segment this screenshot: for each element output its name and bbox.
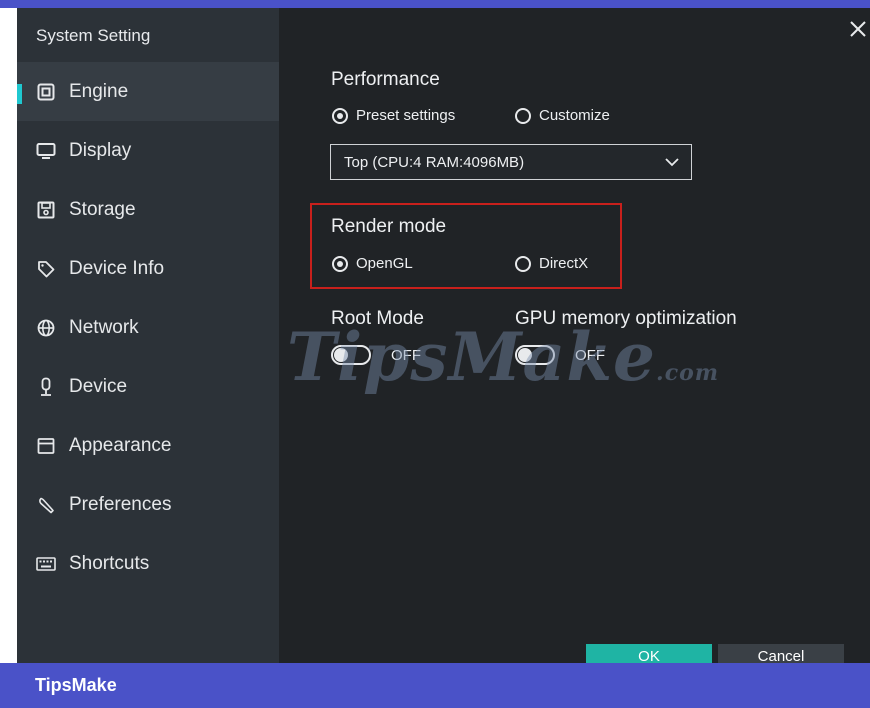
radio-checked-icon <box>332 107 348 124</box>
sidebar-item-label: Shortcuts <box>69 552 150 574</box>
sidebar-item-label: Network <box>69 316 139 338</box>
sidebar-item-device[interactable]: Device <box>17 357 279 416</box>
sidebar-item-label: Device <box>69 375 128 397</box>
window-title: System Setting <box>36 26 151 45</box>
wrench-icon <box>36 495 56 515</box>
ok-button-label: OK <box>638 648 660 663</box>
microphone-icon <box>36 377 56 397</box>
performance-preset-select[interactable]: Top (CPU:4 RAM:4096MB) <box>330 144 692 180</box>
sidebar-item-appearance[interactable]: Appearance <box>17 416 279 475</box>
sidebar-item-engine[interactable]: Engine <box>17 62 279 121</box>
radio-label: DirectX <box>539 255 589 272</box>
radio-unchecked-icon <box>515 107 531 124</box>
footer-brand: TipsMake <box>35 675 117 695</box>
radio-preset-settings[interactable]: Preset settings <box>332 107 455 124</box>
cancel-button[interactable]: Cancel <box>718 644 844 663</box>
sidebar-item-label: Display <box>69 139 132 161</box>
sidebar-item-label: Storage <box>69 198 136 220</box>
sidebar: System Setting Engine Display Storage De… <box>17 8 279 663</box>
root-mode-title: Root Mode <box>331 308 424 329</box>
window-icon <box>36 436 56 456</box>
top-border <box>0 0 870 8</box>
monitor-icon <box>36 141 56 161</box>
render-mode-title: Render mode <box>331 216 447 237</box>
radio-opengl[interactable]: OpenGL <box>332 255 413 272</box>
radio-label: OpenGL <box>356 255 413 272</box>
radio-directx[interactable]: DirectX <box>515 255 588 272</box>
tag-icon <box>36 259 56 279</box>
globe-icon <box>36 318 56 338</box>
footer-bar: TipsMake <box>0 663 870 708</box>
chevron-down-icon <box>665 158 679 167</box>
active-indicator <box>17 84 22 104</box>
chip-icon <box>36 82 56 102</box>
sidebar-item-storage[interactable]: Storage <box>17 180 279 239</box>
toggle-track <box>515 345 555 365</box>
toggle-knob <box>518 348 532 362</box>
sidebar-item-device-info[interactable]: Device Info <box>17 239 279 298</box>
radio-label: Customize <box>539 107 610 124</box>
keyboard-icon <box>36 554 56 574</box>
gpu-memory-toggle[interactable]: OFF <box>515 345 605 365</box>
screenshot-frame: System Setting Engine Display Storage De… <box>0 0 870 708</box>
close-icon[interactable] <box>847 18 869 40</box>
sidebar-item-network[interactable]: Network <box>17 298 279 357</box>
sidebar-item-label: Appearance <box>69 434 172 456</box>
radio-label: Preset settings <box>356 107 456 124</box>
sidebar-item-preferences[interactable]: Preferences <box>17 475 279 534</box>
sidebar-item-display[interactable]: Display <box>17 121 279 180</box>
toggle-knob <box>334 348 348 362</box>
root-mode-toggle[interactable]: OFF <box>331 345 421 365</box>
toggle-state-label: OFF <box>575 346 605 364</box>
gpu-memory-title: GPU memory optimization <box>515 308 737 329</box>
sidebar-item-label: Preferences <box>69 493 172 515</box>
select-value: Top (CPU:4 RAM:4096MB) <box>344 153 525 171</box>
save-icon <box>36 200 56 220</box>
toggle-state-label: OFF <box>391 346 421 364</box>
radio-unchecked-icon <box>515 255 531 272</box>
radio-customize[interactable]: Customize <box>515 107 610 124</box>
sidebar-item-label: Engine <box>69 80 129 102</box>
cancel-button-label: Cancel <box>757 648 805 663</box>
sidebar-item-label: Device Info <box>69 257 165 279</box>
ok-button[interactable]: OK <box>586 644 712 663</box>
toggle-track <box>331 345 371 365</box>
performance-title: Performance <box>331 69 440 90</box>
sidebar-item-shortcuts[interactable]: Shortcuts <box>17 534 279 593</box>
radio-checked-icon <box>332 255 348 272</box>
